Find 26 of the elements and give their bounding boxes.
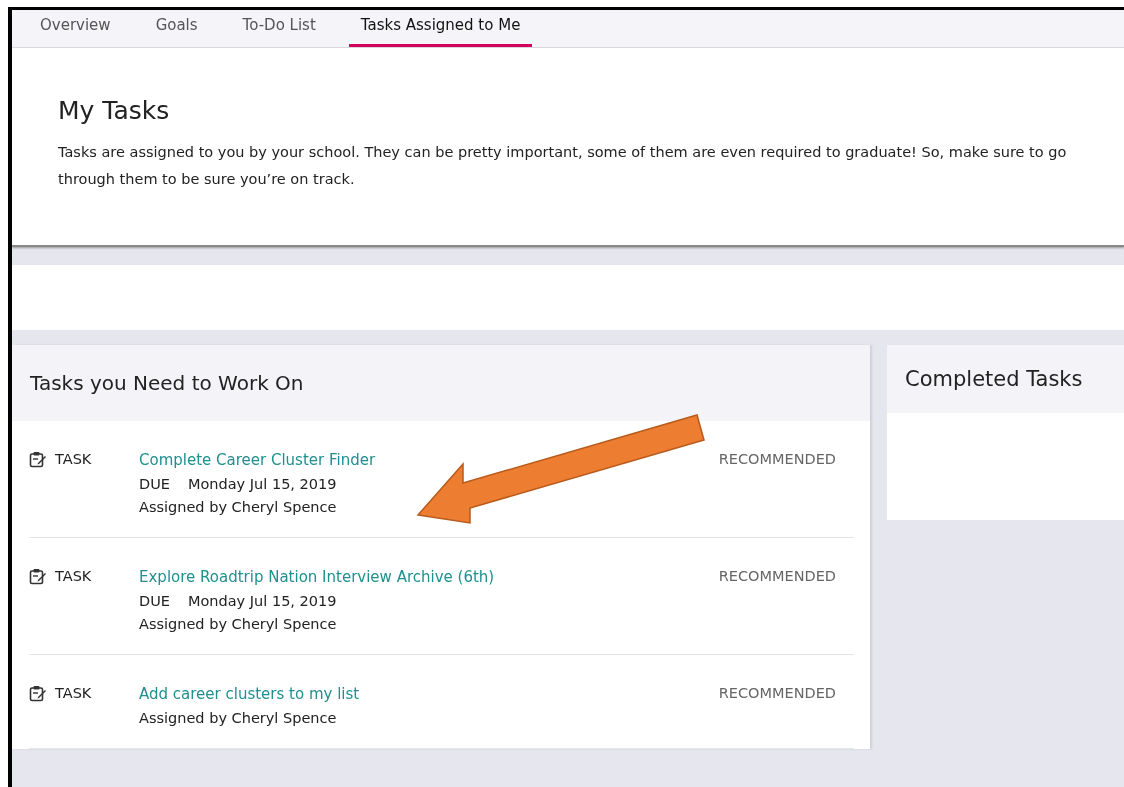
due-label: DUE bbox=[139, 476, 170, 492]
clipboard-icon bbox=[29, 451, 47, 468]
task-tag: RECOMMENDED bbox=[718, 451, 836, 515]
task-tag: RECOMMENDED bbox=[718, 568, 836, 632]
tab[interactable]: Goals bbox=[143, 10, 210, 47]
task-link[interactable]: Explore Roadtrip Nation Interview Archive (6th) bbox=[139, 568, 719, 586]
task-tag: RECOMMENDED bbox=[718, 685, 836, 726]
task-type: TASK bbox=[55, 685, 92, 701]
assigned-by: Assigned by Cheryl Spence bbox=[139, 710, 337, 726]
tab[interactable]: Overview bbox=[28, 10, 123, 47]
assigned-by: Assigned by Cheryl Spence bbox=[139, 499, 337, 515]
due-label: DUE bbox=[139, 593, 170, 609]
task-type: TASK bbox=[55, 568, 92, 584]
task-link[interactable]: Complete Career Cluster Finder bbox=[139, 451, 719, 469]
page-title: My Tasks bbox=[58, 96, 171, 125]
task-link[interactable]: Add career clusters to my list bbox=[139, 685, 719, 703]
card-title: Completed Tasks bbox=[905, 367, 1083, 391]
due-date: Monday Jul 15, 2019 bbox=[187, 593, 337, 609]
task-type: TASK bbox=[55, 451, 92, 467]
assigned-by: Assigned by Cheryl Spence bbox=[139, 616, 337, 632]
intro-text: Tasks are assigned to you by your school. They can be pretty important, some of them are even required to graduate! So, make sure to go through them to be sure you’re on track. bbox=[58, 143, 1068, 189]
due-date: Monday Jul 15, 2019 bbox=[187, 476, 337, 492]
clipboard-icon bbox=[29, 685, 47, 702]
tab[interactable]: To-Do List bbox=[230, 10, 328, 47]
card-title: Tasks you Need to Work On bbox=[30, 371, 304, 395]
clipboard-icon bbox=[29, 568, 47, 585]
